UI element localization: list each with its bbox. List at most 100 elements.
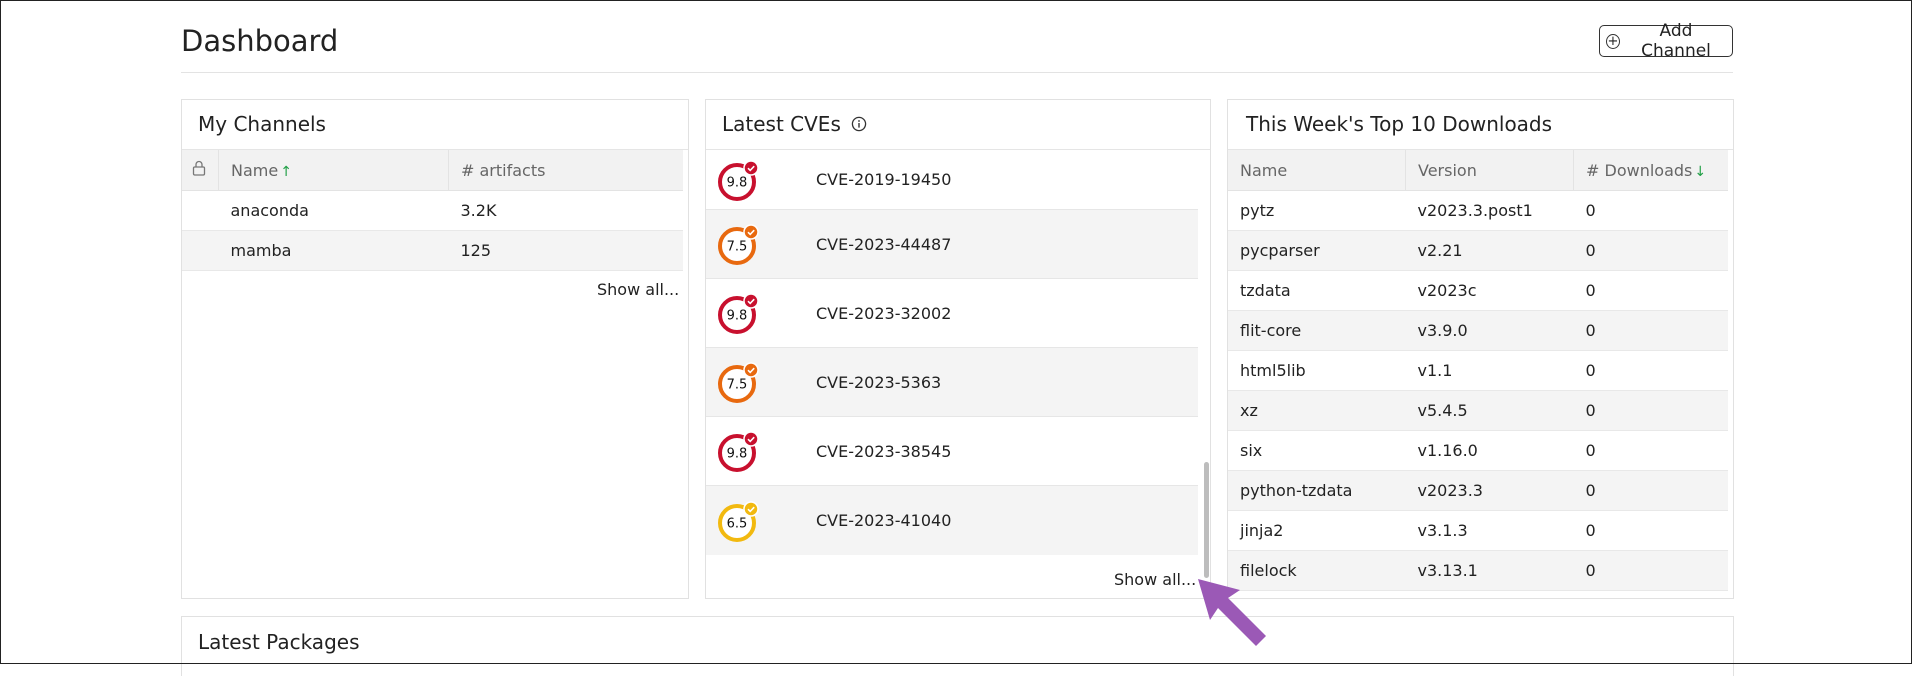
- channel-name-cell[interactable]: mamba: [218, 230, 449, 271]
- pointer-arrow-icon: [1198, 579, 1266, 646]
- downloads-cell: 0: [1573, 510, 1728, 551]
- lock-icon: [192, 160, 206, 176]
- artifacts-cell: 125: [448, 230, 683, 271]
- cve-id[interactable]: CVE-2023-5363: [816, 373, 941, 392]
- severity-gauge-icon: 9.8: [718, 293, 759, 334]
- header-divider: [181, 72, 1733, 73]
- version-cell: v1.16.0: [1405, 430, 1574, 471]
- downloads-cell: 0: [1573, 190, 1728, 231]
- table-row[interactable]: anaconda 3.2K: [182, 190, 683, 231]
- lock-cell: [182, 230, 219, 271]
- table-row[interactable]: flit-core v3.9.0 0: [1228, 310, 1728, 351]
- severity-gauge-icon: 7.5: [718, 362, 759, 403]
- cve-id[interactable]: CVE-2023-41040: [816, 511, 951, 530]
- cves-scrollbar[interactable]: [1204, 462, 1209, 578]
- info-icon[interactable]: [851, 116, 867, 132]
- table-row[interactable]: jinja2 v3.1.3 0: [1228, 510, 1728, 551]
- cve-id[interactable]: CVE-2023-44487: [816, 235, 951, 254]
- package-name-cell[interactable]: jinja2: [1228, 510, 1406, 551]
- name-column-header[interactable]: Name: [1228, 150, 1406, 191]
- table-row[interactable]: six v1.16.0 0: [1228, 430, 1728, 471]
- package-name-cell[interactable]: flit-core: [1228, 310, 1406, 351]
- artifacts-column-header[interactable]: # artifacts: [448, 150, 683, 191]
- cve-list-item[interactable]: 6.5 CVE-2023-41040: [706, 486, 1198, 555]
- downloads-cell: 0: [1573, 390, 1728, 431]
- cve-list-item[interactable]: 9.8 CVE-2019-19450: [706, 150, 1198, 210]
- name-column-header[interactable]: Name ↑: [218, 150, 449, 191]
- version-cell: v2.21: [1405, 230, 1574, 271]
- cve-list-item[interactable]: 7.5 CVE-2023-5363: [706, 348, 1198, 417]
- version-header-label: Version: [1418, 160, 1477, 180]
- downloads-table: Name Version # Downloads ↓ pytz v2023.3.po…: [1228, 150, 1728, 591]
- version-cell: v3.1.3: [1405, 510, 1574, 551]
- cve-id[interactable]: CVE-2019-19450: [816, 170, 951, 189]
- channel-name-cell[interactable]: anaconda: [218, 190, 449, 231]
- svg-text:7.5: 7.5: [727, 240, 748, 255]
- sort-ascending-icon: ↑: [280, 163, 292, 180]
- downloads-cell: 0: [1573, 550, 1728, 591]
- name-header-label: Name: [1240, 160, 1288, 180]
- latest-cves-card: Latest CVEs 9.8 CVE-2019-19450 7.5 CVE-2…: [705, 99, 1211, 599]
- table-row[interactable]: mamba 125: [182, 230, 683, 271]
- version-cell: v2023.3.post1: [1405, 190, 1574, 231]
- table-row[interactable]: xz v5.4.5 0: [1228, 390, 1728, 431]
- package-name-cell[interactable]: pytz: [1228, 190, 1406, 231]
- svg-text:9.8: 9.8: [727, 309, 748, 324]
- version-cell: v1.1: [1405, 350, 1574, 391]
- channels-table: Name ↑ # artifacts anaconda 3.2K mamba 12…: [182, 150, 683, 271]
- severity-gauge-icon: 9.8: [718, 431, 759, 472]
- cves-title-label: Latest CVEs: [722, 112, 841, 136]
- severity-gauge-icon: 6.5: [718, 500, 759, 542]
- cve-list-item[interactable]: 9.8 CVE-2023-38545: [706, 417, 1198, 486]
- table-row[interactable]: filelock v3.13.1 0: [1228, 550, 1728, 591]
- package-name-cell[interactable]: tzdata: [1228, 270, 1406, 311]
- artifacts-header-label: # artifacts: [461, 160, 546, 180]
- cve-list-item[interactable]: 9.8 CVE-2023-32002: [706, 279, 1198, 348]
- downloads-cell: 0: [1573, 430, 1728, 471]
- version-column-header[interactable]: Version: [1405, 150, 1574, 191]
- downloads-cell: 0: [1573, 270, 1728, 311]
- table-row[interactable]: pytz v2023.3.post1 0: [1228, 190, 1728, 231]
- version-cell: v3.9.0: [1405, 310, 1574, 351]
- cves-show-all-link[interactable]: Show all...: [1114, 570, 1196, 589]
- version-cell: v2023.3: [1405, 470, 1574, 511]
- svg-text:6.5: 6.5: [727, 516, 748, 531]
- table-row[interactable]: pycparser v2.21 0: [1228, 230, 1728, 271]
- package-name-cell[interactable]: six: [1228, 430, 1406, 471]
- add-channel-button[interactable]: + Add Channel: [1599, 21, 1733, 61]
- downloads-cell: 0: [1573, 470, 1728, 511]
- svg-text:9.8: 9.8: [727, 175, 748, 190]
- my-channels-card: My Channels Name ↑ # artifacts anaconda …: [181, 99, 689, 599]
- page-title: Dashboard: [181, 24, 339, 58]
- cve-list-item[interactable]: 7.5 CVE-2023-44487: [706, 210, 1198, 279]
- sort-descending-icon: ↓: [1694, 163, 1707, 180]
- top-downloads-card: This Week's Top 10 Downloads Name Versio…: [1227, 99, 1734, 599]
- channels-show-all-link[interactable]: Show all...: [597, 280, 679, 299]
- cve-id[interactable]: CVE-2023-38545: [816, 442, 951, 461]
- cve-id[interactable]: CVE-2023-32002: [816, 304, 951, 323]
- table-row[interactable]: html5lib v1.1 0: [1228, 350, 1728, 391]
- table-row[interactable]: python-tzdata v2023.3 0: [1228, 470, 1728, 511]
- downloads-cell: 0: [1573, 350, 1728, 391]
- severity-gauge-icon: 9.8: [718, 159, 759, 201]
- version-cell: v3.13.1: [1405, 550, 1574, 591]
- severity-gauge-icon: 7.5: [718, 224, 759, 265]
- package-name-cell[interactable]: python-tzdata: [1228, 470, 1406, 511]
- card-title: Latest Packages: [198, 630, 360, 654]
- downloads-column-header[interactable]: # Downloads ↓: [1573, 150, 1728, 191]
- name-header-label: Name: [231, 160, 279, 180]
- card-title: Latest CVEs: [722, 112, 867, 136]
- plus-circle-icon: +: [1606, 33, 1621, 49]
- card-title: My Channels: [198, 112, 326, 136]
- package-name-cell[interactable]: xz: [1228, 390, 1406, 431]
- latest-packages-card: Latest Packages: [181, 616, 1734, 676]
- table-row[interactable]: tzdata v2023c 0: [1228, 270, 1728, 311]
- artifacts-cell: 3.2K: [448, 190, 683, 231]
- svg-text:7.5: 7.5: [727, 378, 748, 393]
- package-name-cell[interactable]: pycparser: [1228, 230, 1406, 271]
- lock-column-header: [182, 150, 219, 191]
- package-name-cell[interactable]: html5lib: [1228, 350, 1406, 391]
- svg-text:9.8: 9.8: [727, 447, 748, 462]
- downloads-header-label: # Downloads: [1586, 160, 1693, 180]
- version-cell: v5.4.5: [1405, 390, 1574, 431]
